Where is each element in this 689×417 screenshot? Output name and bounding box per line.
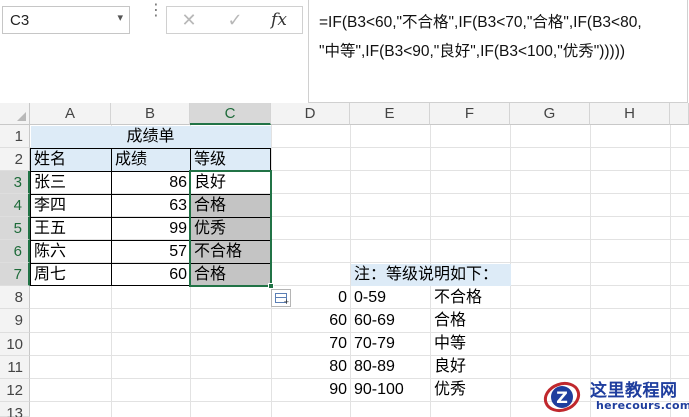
header-score[interactable]: 成绩 [112, 149, 190, 171]
column-header-b[interactable]: B [111, 103, 190, 125]
name-box-dropdown-icon[interactable]: ▾ [117, 11, 123, 24]
column-header-e[interactable]: E [350, 103, 430, 125]
formula-text: =IF(B3<60,"不合格",IF(B3<70,"合格",IF(B3<80, … [319, 8, 681, 66]
legend-range[interactable]: 90-100 [351, 379, 430, 401]
legend-threshold[interactable]: 80 [271, 356, 350, 378]
cancel-icon[interactable]: ✕ [175, 9, 203, 31]
column-header-f[interactable]: F [430, 103, 510, 125]
column-header-g[interactable]: G [510, 103, 590, 125]
insert-function-icon[interactable]: fx [265, 9, 293, 31]
formula-bar-area: C3 ▾ ⋮ ✕ ✓ fx =IF(B3<60,"不合格",IF(B3<70,"… [0, 0, 689, 103]
row-header-11[interactable]: 11 [0, 356, 30, 379]
cell-name[interactable]: 陈六 [31, 241, 111, 263]
column-header-c[interactable]: C [190, 103, 271, 125]
legend-grade[interactable]: 良好 [431, 356, 510, 378]
cell-score[interactable]: 57 [112, 241, 190, 263]
legend-grade[interactable]: 合格 [431, 310, 510, 332]
legend-threshold[interactable]: 60 [271, 310, 350, 332]
legend-range[interactable]: 70-79 [351, 333, 430, 355]
formula-bar-grip-icon[interactable]: ⋮ [148, 3, 164, 19]
cell-name[interactable]: 张三 [31, 172, 111, 194]
legend-grade[interactable]: 不合格 [431, 287, 510, 309]
row-header-4[interactable]: 4 [0, 194, 30, 217]
worksheet-grid[interactable]: A B C D E F G H 1 2 3 4 5 6 7 8 9 10 11 … [0, 103, 689, 417]
legend-range[interactable]: 0-59 [351, 287, 430, 309]
watermark-url: herecours.com [596, 399, 689, 412]
column-header-a[interactable]: A [30, 103, 111, 125]
name-box-value: C3 [10, 12, 30, 29]
legend-grade[interactable]: 中等 [431, 333, 510, 355]
row-header-1[interactable]: 1 [0, 125, 30, 148]
legend-range[interactable]: 80-89 [351, 356, 430, 378]
enter-icon[interactable]: ✓ [221, 9, 249, 31]
selection-range[interactable] [189, 170, 272, 287]
row-header-7[interactable]: 7 [0, 263, 30, 286]
column-header-d[interactable]: D [271, 103, 350, 125]
select-all-button[interactable] [0, 103, 30, 125]
site-logo-icon: Z [543, 381, 581, 413]
row-header-8[interactable]: 8 [0, 286, 30, 309]
formula-line-2: "中等",IF(B3<90,"良好",IF(B3<100,"优秀"))))) [319, 43, 626, 60]
header-name[interactable]: 姓名 [31, 149, 111, 171]
legend-threshold[interactable]: 90 [271, 379, 350, 401]
column-header-h[interactable]: H [590, 103, 670, 125]
legend-threshold[interactable]: 0 [271, 287, 350, 309]
row-header-2[interactable]: 2 [0, 148, 30, 171]
row-header-3[interactable]: 3 [0, 171, 30, 194]
formula-bar-buttons: ✕ ✓ fx [166, 6, 303, 34]
legend-threshold[interactable]: 70 [271, 333, 350, 355]
row-header-6[interactable]: 6 [0, 240, 30, 263]
formula-input[interactable]: =IF(B3<60,"不合格",IF(B3<70,"合格",IF(B3<80, … [308, 0, 688, 103]
row-header-9[interactable]: 9 [0, 309, 30, 333]
watermark: Z 这里教程网 herecours.com [540, 374, 689, 417]
cell-name[interactable]: 周七 [31, 264, 111, 286]
cell-score[interactable]: 60 [112, 264, 190, 286]
cell-score[interactable]: 99 [112, 218, 190, 240]
row-header-13[interactable]: 13 [0, 402, 30, 417]
formula-line-1: =IF(B3<60,"不合格",IF(B3<70,"合格",IF(B3<80, [319, 14, 642, 31]
row-header-5[interactable]: 5 [0, 217, 30, 240]
table-title[interactable]: 成绩单 [30, 126, 271, 148]
legend-grade[interactable]: 优秀 [431, 379, 510, 401]
cell-name[interactable]: 王五 [31, 218, 111, 240]
column-header-i[interactable] [670, 103, 689, 125]
cell-score[interactable]: 63 [112, 195, 190, 217]
legend-range[interactable]: 60-69 [351, 310, 430, 332]
cell-name[interactable]: 李四 [31, 195, 111, 217]
row-header-12[interactable]: 12 [0, 379, 30, 402]
row-header-10[interactable]: 10 [0, 333, 30, 356]
logo-letter: Z [556, 388, 568, 407]
legend-note[interactable]: 注：等级说明如下： [351, 264, 511, 286]
cell-score[interactable]: 86 [112, 172, 190, 194]
header-grade[interactable]: 等级 [191, 149, 270, 171]
name-box[interactable]: C3 ▾ [2, 6, 130, 34]
watermark-title: 这里教程网 [590, 381, 678, 401]
